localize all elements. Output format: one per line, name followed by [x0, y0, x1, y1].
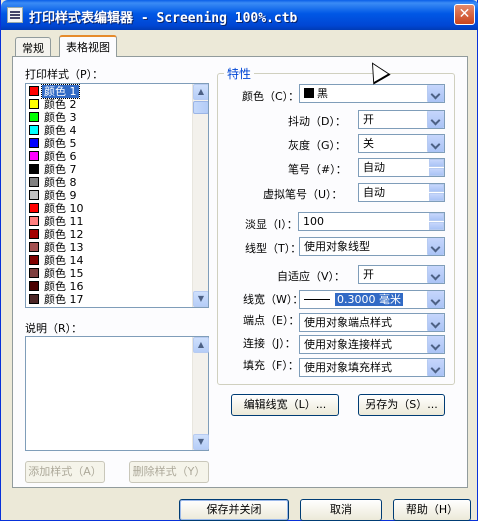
pen-number-label: 笔号（#）： — [288, 163, 347, 176]
color-swatch — [29, 138, 39, 148]
print-styles-label: 打印样式（P）： — [25, 68, 104, 81]
fill-style-select[interactable]: 使用对象填充样式 — [299, 358, 445, 377]
color-swatch — [29, 294, 39, 304]
tab-general[interactable]: 常规 — [15, 37, 51, 56]
color-swatch — [29, 255, 39, 265]
color-swatch — [29, 216, 39, 226]
color-swatch — [29, 112, 39, 122]
adaptive-label: 自适应（V）： — [277, 270, 346, 283]
fill-style-label: 填充（F）： — [243, 359, 299, 372]
virtual-pen-label: 虚拟笔号（U）： — [263, 188, 343, 201]
join-style-select[interactable]: 使用对象连接样式 — [299, 335, 445, 354]
virtual-pen-field[interactable]: 自动 — [358, 183, 445, 202]
edit-lineweights-button[interactable]: 编辑线宽（L）... — [231, 394, 339, 416]
grayscale-select[interactable]: 关 — [358, 134, 445, 153]
print-styles-list[interactable]: 颜色 1 颜色 2 颜色 3 颜色 4 颜色 5 颜色 6 颜色 7 颜色 8 … — [25, 83, 209, 308]
chevron-down-icon[interactable] — [427, 238, 444, 255]
add-style-button[interactable]: 添加样式（A） — [25, 461, 105, 483]
lineweight-label: 线宽（W）： — [243, 293, 304, 306]
list-item[interactable]: 颜色 14 — [29, 254, 189, 267]
scroll-up-icon[interactable]: ▲ — [193, 84, 208, 100]
scroll-up-icon[interactable]: ▲ — [193, 337, 209, 353]
list-item[interactable]: 颜色 13 — [29, 241, 189, 254]
join-style-label: 连接（J）： — [243, 337, 296, 350]
list-item[interactable]: 颜色 3 — [29, 111, 189, 124]
scroll-down-icon[interactable]: ▼ — [193, 434, 209, 450]
scroll-thumb[interactable] — [193, 101, 208, 114]
scroll-down-icon[interactable]: ▼ — [193, 291, 208, 307]
list-scrollbar[interactable]: ▲ ▼ — [192, 84, 208, 307]
screening-field[interactable]: 100 — [298, 212, 445, 231]
chevron-down-icon[interactable] — [427, 291, 444, 308]
screening-label: 淡显（I）： — [245, 218, 298, 231]
list-item[interactable]: 颜色 11 — [29, 215, 189, 228]
save-and-close-button[interactable]: 保存并关闭 — [179, 499, 289, 521]
list-item[interactable]: 颜色 12 — [29, 228, 189, 241]
description-field[interactable]: ▲ ▼ — [25, 336, 209, 451]
list-item[interactable]: 颜色 8 — [29, 176, 189, 189]
color-swatch — [29, 86, 39, 96]
list-item[interactable]: 颜色 7 — [29, 163, 189, 176]
grayscale-label: 灰度（G）： — [288, 139, 347, 152]
list-item[interactable]: 颜色 17 — [29, 293, 189, 306]
app-icon — [7, 7, 23, 23]
window-title: 打印样式表编辑器 - Screening 100%.ctb — [29, 11, 298, 26]
chevron-down-icon[interactable] — [427, 314, 444, 331]
linetype-select[interactable]: 使用对象线型 — [299, 237, 445, 256]
description-scrollbar[interactable]: ▲ ▼ — [192, 337, 209, 450]
list-item[interactable]: 颜色 16 — [29, 280, 189, 293]
chevron-down-icon[interactable] — [427, 135, 444, 152]
save-as-button[interactable]: 另存为（S）... — [358, 394, 445, 416]
list-item[interactable]: 颜色 10 — [29, 202, 189, 215]
list-item[interactable]: 颜色 9 — [29, 189, 189, 202]
delete-style-button[interactable]: 删除样式（Y） — [129, 461, 209, 483]
adaptive-select[interactable]: 开 — [358, 265, 445, 284]
cancel-button[interactable]: 取消 — [300, 499, 382, 521]
dither-select[interactable]: 开 — [358, 110, 445, 129]
color-sample-icon — [304, 88, 314, 98]
color-swatch — [29, 164, 39, 174]
color-swatch — [29, 99, 39, 109]
linetype-label: 线型（T）： — [245, 242, 302, 255]
color-swatch — [29, 242, 39, 252]
chevron-down-icon[interactable] — [427, 336, 444, 353]
color-swatch — [29, 203, 39, 213]
end-style-label: 端点（E）： — [243, 314, 300, 327]
style-table-editor-window: 打印样式表编辑器 - Screening 100%.ctb ✕ 常规 表格视图 … — [0, 0, 478, 521]
color-swatch — [29, 268, 39, 278]
color-swatch — [29, 190, 39, 200]
color-swatch — [29, 125, 39, 135]
pen-number-field[interactable]: 自动 — [358, 158, 445, 177]
color-swatch — [29, 229, 39, 239]
spinner[interactable] — [429, 213, 444, 230]
chevron-down-icon[interactable] — [427, 359, 444, 376]
lineweight-select[interactable]: 0.3000 毫米 — [299, 290, 445, 309]
list-item[interactable]: 颜色 5 — [29, 137, 189, 150]
chevron-down-icon[interactable] — [427, 266, 444, 283]
tab-table-view[interactable]: 表格视图 — [59, 35, 117, 57]
chevron-down-icon[interactable] — [427, 85, 444, 102]
title-bar[interactable]: 打印样式表编辑器 - Screening 100%.ctb ✕ — [1, 0, 478, 30]
list-item[interactable]: 颜色 1 — [29, 84, 189, 99]
spinner[interactable] — [429, 184, 444, 201]
dither-label: 抖动（D）： — [288, 115, 346, 128]
line-sample-icon — [304, 299, 330, 300]
chevron-down-icon[interactable] — [427, 111, 444, 128]
description-label: 说明（R）： — [25, 322, 83, 335]
spinner[interactable] — [429, 159, 444, 176]
list-item[interactable]: 颜色 6 — [29, 150, 189, 163]
color-swatch — [29, 177, 39, 187]
list-item[interactable]: 颜色 2 — [29, 98, 189, 111]
color-select[interactable]: 黑 — [299, 84, 445, 103]
color-label: 颜色（C）： — [242, 90, 300, 103]
list-item[interactable]: 颜色 4 — [29, 124, 189, 137]
end-style-select[interactable]: 使用对象端点样式 — [299, 313, 445, 332]
properties-title: 特性 — [224, 65, 255, 82]
close-button[interactable]: ✕ — [454, 4, 475, 25]
color-swatch — [29, 151, 39, 161]
help-button[interactable]: 帮助（H） — [393, 499, 471, 521]
color-swatch — [29, 281, 39, 291]
list-item[interactable]: 颜色 15 — [29, 267, 189, 280]
